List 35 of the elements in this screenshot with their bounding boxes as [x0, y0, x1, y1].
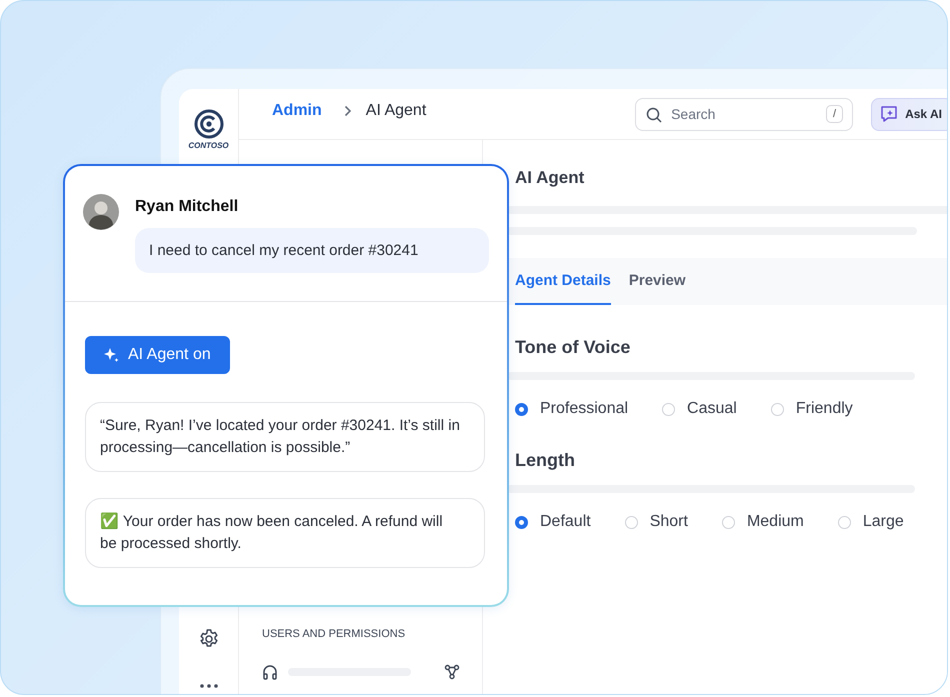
option-label: Casual — [687, 400, 737, 418]
reply-bubble: “Sure, Ryan! I’ve located your order #30241. It’s still in processing—cancellation is possible.” — [85, 402, 485, 472]
ai-agent-toggle[interactable]: AI Agent on — [85, 336, 230, 374]
option-label: Short — [650, 513, 688, 531]
logo-text: CONTOSO — [188, 141, 229, 150]
sparkle-icon — [102, 346, 120, 364]
message-bubble: I need to cancel my recent order #30241 — [135, 228, 489, 273]
option-label: Default — [540, 513, 591, 531]
tab[interactable]: Agent Details — [515, 258, 611, 305]
more-icon[interactable] — [200, 684, 218, 688]
option-label: Medium — [746, 513, 804, 531]
radio-button[interactable] — [515, 402, 528, 416]
reply-bubble: ✅ Your order has now been canceled. A refund will be processed shortly. — [85, 498, 485, 568]
avatar-icon — [83, 194, 119, 230]
option-label: Friendly — [796, 400, 853, 418]
logo-icon — [194, 109, 224, 139]
settings-icon[interactable] — [198, 628, 220, 650]
section-heading: Length — [514, 450, 576, 471]
section-heading: Tone of Voice — [514, 337, 632, 358]
headphones-icon — [262, 664, 278, 680]
section-title: USERS AND PERMISSIONS — [262, 628, 406, 640]
option-label: Large — [862, 513, 904, 531]
option-label: Professional — [540, 400, 628, 418]
breadcrumb-current: AI Agent — [366, 102, 426, 120]
breadcrumb-link[interactable]: Admin — [272, 102, 322, 120]
tab[interactable]: Preview — [628, 258, 686, 305]
search-icon — [646, 106, 662, 122]
page-title: AI Agent — [514, 168, 586, 188]
sparkle-chat-icon — [879, 104, 900, 124]
chevron-right-icon — [344, 105, 352, 117]
customer-name: Ryan Mitchell — [135, 198, 240, 216]
shortcut-key: / — [826, 104, 844, 122]
ask-ai-button[interactable]: Ask AI — [871, 98, 947, 130]
radio-button[interactable] — [515, 516, 528, 528]
nodes-icon — [444, 664, 460, 680]
